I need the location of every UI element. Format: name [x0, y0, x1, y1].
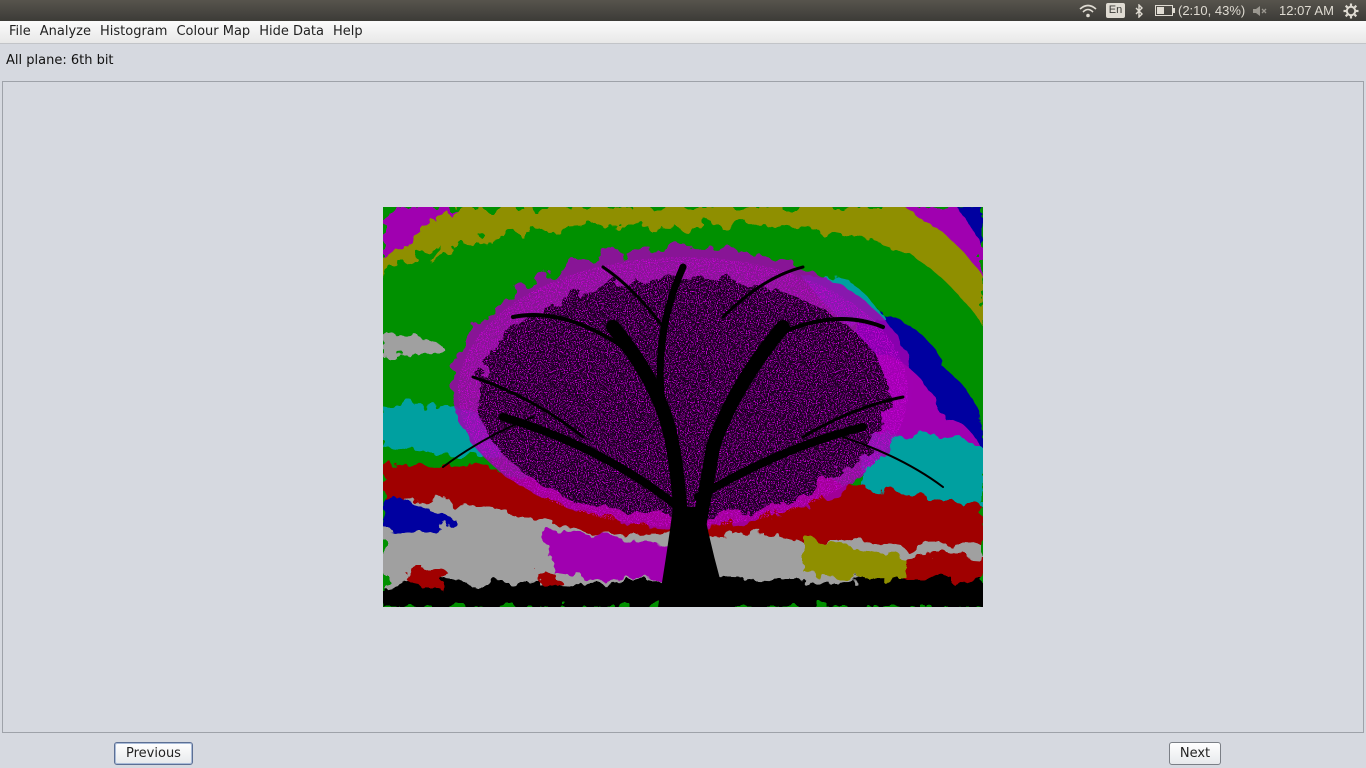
menu-file[interactable]: File: [0, 21, 35, 43]
bit-plane-label: All plane: 6th bit: [6, 53, 114, 68]
next-button[interactable]: Next: [1169, 742, 1221, 765]
menu-hide-data[interactable]: Hide Data: [254, 21, 328, 43]
bit-plane-image: [383, 207, 983, 607]
menu-histogram[interactable]: Histogram: [95, 21, 171, 43]
menu-analyze[interactable]: Analyze: [35, 21, 95, 43]
volume-muted-icon[interactable]: [1250, 0, 1270, 21]
bluetooth-icon[interactable]: [1132, 0, 1146, 21]
keyboard-language-indicator[interactable]: En: [1106, 3, 1125, 18]
system-top-bar: En (2:10, 43%) 12:07 AM: [0, 0, 1366, 21]
menu-help[interactable]: Help: [328, 21, 367, 43]
menu-colour-map[interactable]: Colour Map: [171, 21, 254, 43]
previous-button[interactable]: Previous: [114, 742, 193, 765]
battery-icon[interactable]: [1154, 0, 1176, 21]
clock[interactable]: 12:07 AM: [1279, 0, 1334, 21]
wifi-icon[interactable]: [1078, 0, 1098, 21]
image-viewer-panel: [2, 81, 1364, 733]
settings-gear-icon[interactable]: [1342, 0, 1360, 21]
battery-status-text: (2:10, 43%): [1178, 3, 1246, 18]
tree-bitplane-picture: [383, 207, 983, 607]
menubar: File Analyze Histogram Colour Map Hide D…: [0, 21, 1366, 44]
